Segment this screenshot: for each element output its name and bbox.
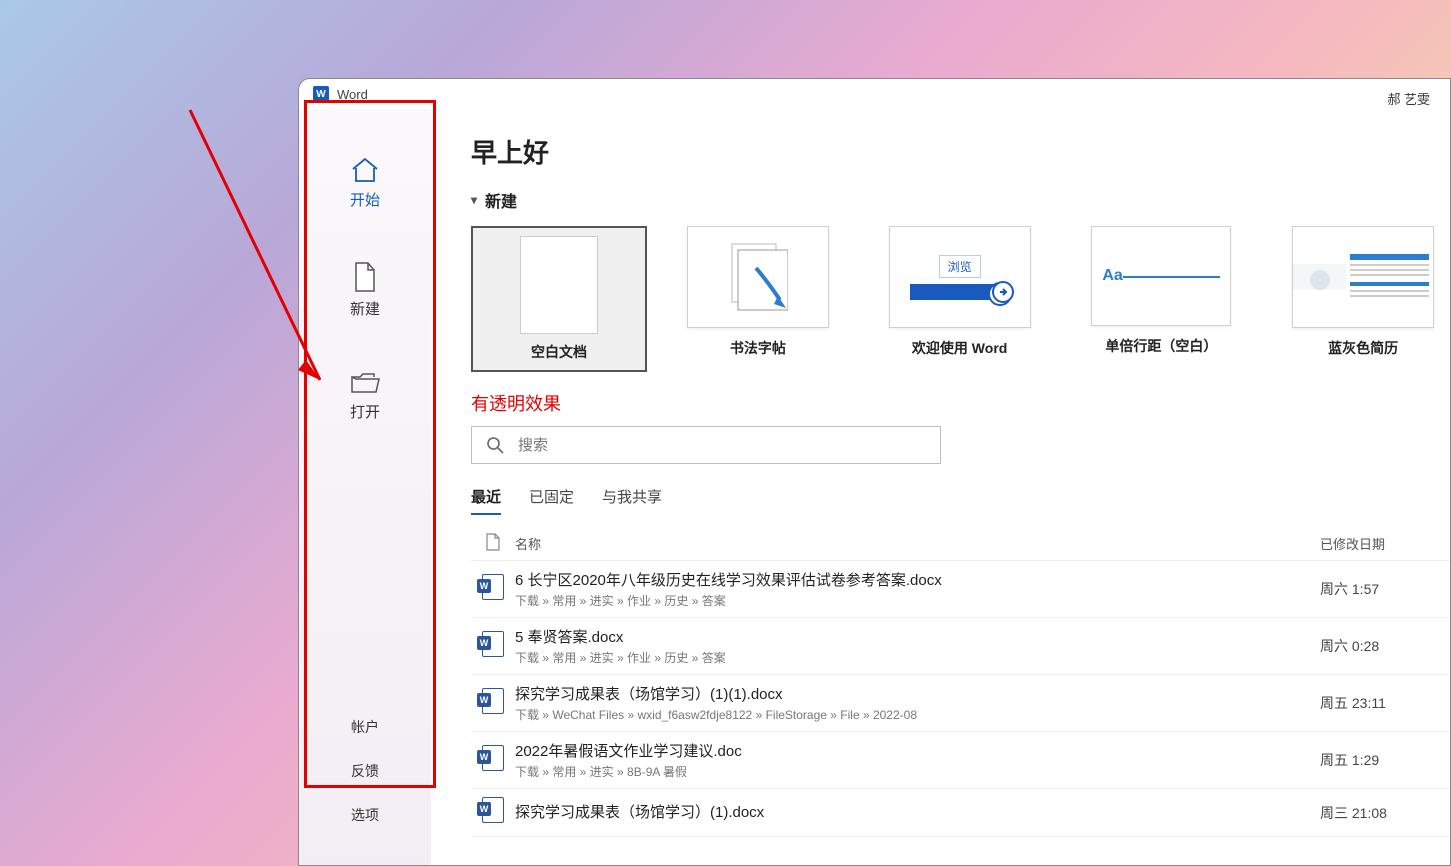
tab-recent[interactable]: 最近 [471, 486, 501, 515]
file-name: 探究学习成果表（场馆学习）(1).docx [515, 801, 1320, 822]
tab-pinned[interactable]: 已固定 [529, 486, 574, 515]
word-start-window: W Word 郝 艺雯 开始 新建 打开 帐户 反馈 选项 [298, 78, 1451, 866]
chevron-down-icon: ▾ [471, 193, 477, 207]
file-path: 下载 » 常用 » 进实 » 作业 » 历史 » 答案 [515, 592, 1320, 609]
template-caption-single-space: 单倍行距（空白） [1075, 336, 1249, 356]
file-name: 2022年暑假语文作业学习建议.doc [515, 740, 1320, 761]
file-name: 探究学习成果表（场馆学习）(1)(1).docx [515, 683, 1320, 704]
file-date: 周五 23:11 [1320, 693, 1450, 713]
word-doc-icon [482, 574, 504, 600]
file-row[interactable]: 2022年暑假语文作业学习建议.doc 下载 » 常用 » 进实 » 8B-9A… [471, 732, 1450, 789]
file-date: 周五 1:29 [1320, 750, 1450, 770]
template-caption-resume: 蓝灰色简历 [1276, 338, 1450, 358]
recent-tabs: 最近 已固定 与我共享 [471, 486, 1450, 515]
sidebar-item-feedback[interactable]: 反馈 [299, 749, 431, 793]
app-title: Word [337, 87, 368, 102]
home-icon [351, 157, 379, 183]
new-doc-icon [353, 262, 377, 292]
file-date: 周六 0:28 [1320, 636, 1450, 656]
sidebar-label-open: 打开 [350, 404, 380, 421]
template-caption-calligraphy: 书法字帖 [671, 338, 845, 358]
file-path: 下载 » WeChat Files » wxid_f6asw2fdje8122 … [515, 706, 1320, 723]
word-app-icon: W [313, 86, 329, 102]
file-list: 6 长宁区2020年八年级历史在线学习效果评估试卷参考答案.docx 下载 » … [471, 561, 1450, 837]
word-doc-icon [482, 797, 504, 823]
template-single-space[interactable]: Aa 单倍行距（空白） [1075, 226, 1249, 372]
file-name: 5 奉贤答案.docx [515, 626, 1320, 647]
avatar-icon [1310, 270, 1330, 290]
sidebar-item-open[interactable]: 打开 [299, 371, 431, 422]
sidebar-item-new[interactable]: 新建 [299, 262, 431, 319]
search-icon [486, 436, 504, 454]
welcome-browse-label: 浏览 [939, 255, 981, 278]
tab-shared[interactable]: 与我共享 [602, 486, 662, 515]
file-row[interactable]: 6 长宁区2020年八年级历史在线学习效果评估试卷参考答案.docx 下载 » … [471, 561, 1450, 618]
template-welcome[interactable]: 浏览 欢迎使用 Word [873, 226, 1047, 372]
column-name[interactable]: 名称 [515, 534, 1320, 553]
greeting-heading: 早上好 [471, 133, 1450, 170]
template-caption-blank: 空白文档 [531, 342, 587, 362]
file-row[interactable]: 探究学习成果表（场馆学习）(1).docx 周三 21:08 [471, 789, 1450, 837]
template-resume[interactable]: 蓝灰色简历 [1276, 226, 1450, 372]
sidebar-item-home[interactable]: 开始 [299, 157, 431, 210]
word-doc-icon [482, 688, 504, 714]
sidebar-item-options[interactable]: 选项 [299, 793, 431, 837]
search-input[interactable] [516, 436, 926, 455]
file-list-header: 名称 已修改日期 [471, 523, 1450, 561]
file-date: 周六 1:57 [1320, 579, 1450, 599]
search-box[interactable] [471, 426, 941, 464]
calligraphy-icon [728, 242, 788, 312]
new-section-toggle[interactable]: ▾ 新建 [471, 188, 1450, 212]
template-caption-welcome: 欢迎使用 Word [873, 338, 1047, 358]
annotation-text: 有透明效果 [471, 390, 1450, 416]
titlebar[interactable]: W Word [299, 79, 1450, 109]
user-name[interactable]: 郝 艺雯 [1387, 89, 1430, 108]
file-path: 下载 » 常用 » 进实 » 作业 » 历史 » 答案 [515, 649, 1320, 666]
template-calligraphy[interactable]: 书法字帖 [671, 226, 845, 372]
file-name: 6 长宁区2020年八年级历史在线学习效果评估试卷参考答案.docx [515, 569, 1320, 590]
file-row[interactable]: 5 奉贤答案.docx 下载 » 常用 » 进实 » 作业 » 历史 » 答案 … [471, 618, 1450, 675]
sidebar-item-account[interactable]: 帐户 [299, 705, 431, 749]
sidebar-label-home: 开始 [350, 192, 380, 209]
left-sidebar: 开始 新建 打开 帐户 反馈 选项 [299, 109, 431, 865]
file-row[interactable]: 探究学习成果表（场馆学习）(1)(1).docx 下载 » WeChat Fil… [471, 675, 1450, 732]
doc-header-icon [486, 533, 500, 551]
sidebar-label-new: 新建 [350, 301, 380, 318]
aa-label: Aa [1102, 267, 1122, 285]
template-blank[interactable]: 空白文档 [471, 226, 643, 372]
arrow-right-icon [992, 281, 1014, 303]
word-doc-icon [482, 745, 504, 771]
column-modified[interactable]: 已修改日期 [1320, 534, 1450, 553]
word-doc-icon [482, 631, 504, 657]
file-path: 下载 » 常用 » 进实 » 8B-9A 暑假 [515, 763, 1320, 780]
template-gallery: 空白文档 书法字帖 浏览 [471, 226, 1450, 372]
file-date: 周三 21:08 [1320, 803, 1450, 823]
blank-page-icon [520, 236, 598, 334]
new-section-label: 新建 [485, 188, 517, 212]
open-folder-icon [350, 371, 380, 395]
main-panel: 早上好 ▾ 新建 空白文档 [431, 109, 1450, 865]
